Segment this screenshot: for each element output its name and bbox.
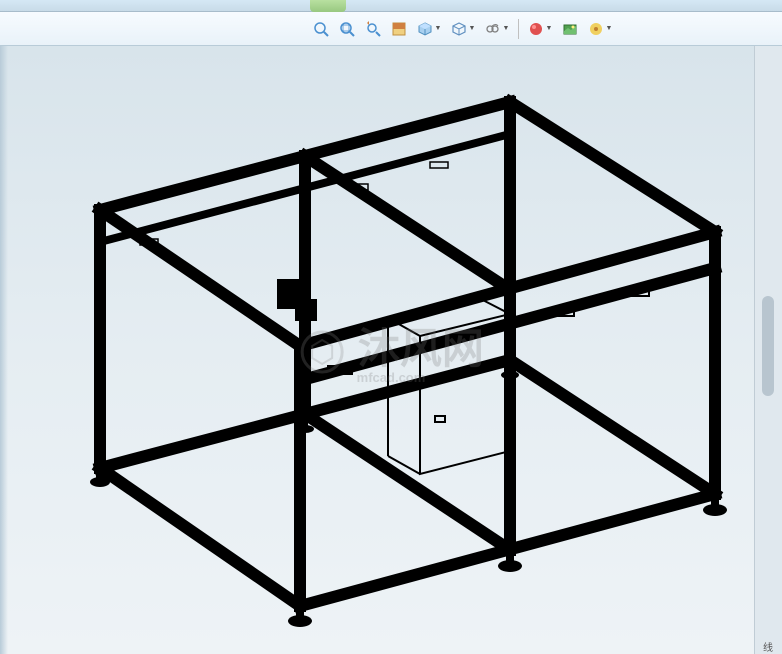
zoom-area-button[interactable] (336, 18, 358, 40)
3d-model-view (20, 66, 730, 654)
dropdown-arrow-icon: ▼ (469, 25, 476, 32)
view-settings-icon (588, 21, 604, 37)
view-orientation-icon (417, 21, 433, 37)
edit-appearance-button[interactable]: ▼ (525, 18, 555, 40)
dropdown-arrow-icon: ▼ (546, 25, 553, 32)
section-view-icon (391, 21, 407, 37)
view-settings-button[interactable]: ▼ (585, 18, 615, 40)
status-corner: 线 (754, 638, 782, 654)
appearance-icon (528, 21, 544, 37)
previous-view-button[interactable] (362, 18, 384, 40)
app-frame: ▼ ▼ ▼ ▼ (0, 0, 782, 654)
hide-show-icon (485, 21, 501, 37)
active-tab-indicator (310, 0, 346, 12)
display-style-icon (451, 21, 467, 37)
apply-scene-button[interactable] (559, 18, 581, 40)
dropdown-arrow-icon: ▼ (435, 25, 442, 32)
zoom-fit-button[interactable] (310, 18, 332, 40)
section-view-button[interactable] (388, 18, 410, 40)
zoom-area-icon (339, 21, 355, 37)
previous-view-icon (365, 21, 381, 37)
title-bar-strip (0, 0, 782, 12)
hide-show-button[interactable]: ▼ (482, 18, 512, 40)
scrollbar-thumb[interactable] (762, 296, 774, 396)
scene-icon (562, 21, 578, 37)
display-style-button[interactable]: ▼ (448, 18, 478, 40)
toolbar-separator (518, 19, 519, 39)
dropdown-arrow-icon: ▼ (606, 25, 613, 32)
zoom-fit-icon (313, 21, 329, 37)
viewport-left-shadow (0, 46, 8, 654)
view-orientation-button[interactable]: ▼ (414, 18, 444, 40)
status-text: 线 (763, 639, 773, 654)
3d-viewport[interactable]: 沐风网 mfcad.com 线 (0, 46, 782, 654)
right-panel-edge (754, 46, 782, 654)
dropdown-arrow-icon: ▼ (503, 25, 510, 32)
view-toolbar: ▼ ▼ ▼ ▼ (0, 12, 782, 46)
